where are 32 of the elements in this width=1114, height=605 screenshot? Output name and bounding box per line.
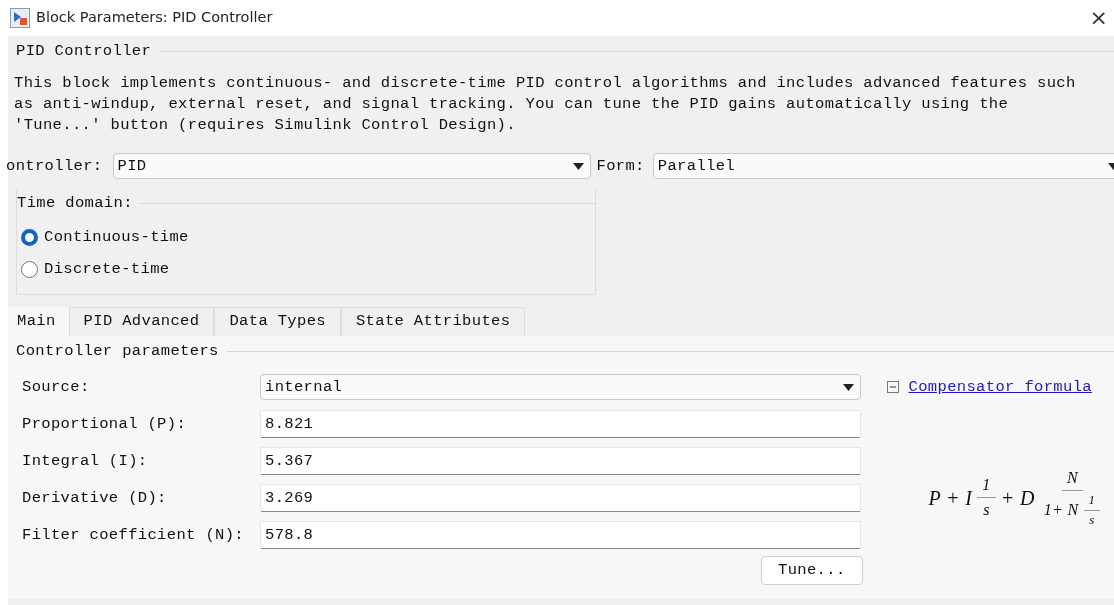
input-field[interactable]: 3.269 [260,484,861,513]
block-icon [10,8,30,28]
collapse-icon[interactable] [886,381,899,394]
controller-label: ontroller: [6,155,103,177]
caret-icon [843,383,854,391]
group-title: Time domain: [17,193,133,215]
parameter-label: Source: [21,376,91,398]
compensator-formula-link[interactable]: Compensator formula [908,375,1092,399]
tab[interactable]: Main [8,306,69,336]
source-dropdown[interactable]: internal [260,374,861,401]
tab[interactable]: PID Advanced [68,306,215,336]
block-description: This block implements continuous- and discrete-time PID control algorithms and includes advanced features such as anti-windup, external reset, and signal tracking. You can tune the PID gains automatically using the 'Tune...' button (requires Simulink Control Design). [13,73,1077,137]
close-button[interactable]: × [1089,7,1108,29]
parameter-label: Integral (I): [21,450,149,472]
section-title: PID Controller [16,41,152,62]
radio-option[interactable]: Discrete-time [17,253,595,286]
tune-button[interactable]: Tune... [761,555,863,585]
tab[interactable]: State Attributes [340,306,526,336]
parameter-label: Filter coefficient (N): [21,524,245,546]
input-field[interactable]: 5.367 [260,447,861,476]
controller-dropdown[interactable]: PID [112,153,591,180]
form-label: Form: [596,155,645,177]
tab[interactable]: Data Types [214,306,341,336]
input-field[interactable]: 578.8 [260,521,861,550]
parameter-label: Proportional (P): [21,413,188,435]
radio-option[interactable]: Continuous-time [17,221,595,254]
input-field[interactable]: 8.821 [260,410,861,439]
section-title: Controller parameters [16,340,219,362]
form-dropdown[interactable]: Parallel [652,153,1114,180]
parameter-label: Derivative (D): [21,487,168,509]
caret-icon [572,162,584,170]
window-title: Block Parameters: PID Controller [36,8,273,28]
